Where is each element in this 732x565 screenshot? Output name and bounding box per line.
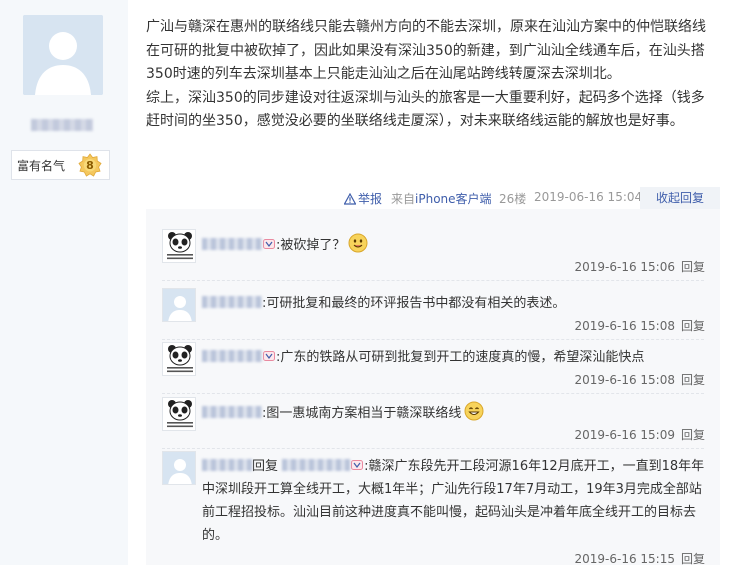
reply-avatar[interactable] (162, 229, 196, 263)
reply-content: :被砍掉了？ (202, 233, 712, 261)
floor-number: 26楼 (499, 192, 527, 206)
report-label: 举报 (358, 192, 383, 206)
warning-icon (344, 192, 356, 205)
source-device-link[interactable]: iPhone客户端 (415, 192, 492, 206)
reply-timestamp: 2019-6-16 15:15 (574, 552, 675, 565)
reply-item: 回复 :赣深广东段先开工段河源16年12月底开工，一直到18年年中深圳段开工算全… (146, 431, 720, 565)
reply-username-blurred[interactable] (202, 459, 252, 471)
author-sidebar: 富有名气 8 (0, 0, 128, 565)
member-tag-icon (263, 346, 275, 369)
reply-item: :广东的铁路从可研到批复到开工的速度真的慢，希望深汕能快点 2019-6-16 … (146, 322, 720, 394)
default-avatar-icon (163, 452, 195, 484)
post-timestamp: 2019-06-16 15:04 (534, 190, 643, 204)
default-avatar-icon (163, 289, 195, 321)
reply-username-blurred[interactable] (202, 350, 262, 362)
panda-avatar-icon (163, 398, 195, 430)
reply-username-blurred[interactable] (202, 406, 262, 418)
reply-list: :被砍掉了？ 2019-6-16 15:06 回复 :可研批复和最终的环评报告书中… (146, 209, 720, 565)
author-username-blurred[interactable] (31, 119, 93, 131)
author-avatar[interactable] (23, 15, 103, 95)
reply-item: :图一惠城南方案相当于赣深联络线 2019-6-16 15:09 回复 (146, 377, 720, 449)
report-link[interactable]: 举报 (344, 190, 382, 207)
reply-content: :图一惠城南方案相当于赣深联络线 (202, 401, 712, 429)
reply-text: 赣深广东段先开工段河源16年12月底开工，一直到18年年中深圳段开工算全线开工，… (202, 459, 705, 543)
collapse-replies-button[interactable]: 收起回复 (640, 187, 720, 209)
post-paragraph-2: 综上，深汕350的同步建设对往返深圳与汕头的旅客是一大重要利好，起码多个选择（钱… (146, 89, 705, 130)
reply-content: 回复 :赣深广东段先开工段河源16年12月底开工，一直到18年年中深圳段开工算全… (202, 455, 712, 547)
post-content: 广汕与赣深在惠州的联络线只能去赣州方向的不能去深圳，原来在汕汕方案中的仲恺联络线… (146, 16, 718, 134)
level-badge-icon: 8 (78, 153, 102, 181)
source-prefix: 来自 (391, 192, 416, 206)
reply-target-username-blurred[interactable] (282, 459, 351, 471)
member-tag-icon (351, 455, 364, 478)
member-tag-icon (263, 234, 275, 257)
reply-footer: 2019-6-16 15:15 回复 (574, 550, 705, 565)
reply-text: 被砍掉了？ (280, 238, 346, 253)
reply-content: :可研批复和最终的环评报告书中都没有相关的表述。 (202, 292, 712, 315)
grin-emoji-icon (464, 401, 484, 429)
smile-emoji-icon (348, 233, 368, 261)
reply-content: :广东的铁路从可研到批复到开工的速度真的慢，希望深汕能快点 (202, 346, 712, 369)
badge-level: 8 (86, 159, 94, 172)
reply-button[interactable]: 回复 (681, 552, 705, 565)
reply-avatar[interactable] (162, 288, 196, 322)
reply-avatar[interactable] (162, 397, 196, 431)
reply-text: 广东的铁路从可研到批复到开工的速度真的慢，希望深汕能快点 (280, 350, 645, 365)
reply-username-blurred[interactable] (202, 296, 262, 308)
reply-avatar[interactable] (162, 342, 196, 376)
panda-avatar-icon (163, 230, 195, 262)
post-source: 来自iPhone客户端 (391, 190, 492, 207)
reply-text: 图一惠城南方案相当于赣深联络线 (266, 406, 462, 421)
post-paragraph-1: 广汕与赣深在惠州的联络线只能去赣州方向的不能去深圳，原来在汕汕方案中的仲恺联络线… (146, 19, 706, 82)
reply-text: 可研批复和最终的环评报告书中都没有相关的表述。 (266, 296, 566, 311)
panda-avatar-icon (163, 343, 195, 375)
reply-username-blurred[interactable] (202, 238, 262, 250)
post-meta-bar: 举报 来自iPhone客户端 26楼 2019-06-16 15:04 收起回复 (146, 187, 720, 209)
reply-item: :可研批复和最终的环评报告书中都没有相关的表述。 2019-6-16 15:08… (146, 268, 720, 340)
reply-to-word: 回复 (252, 459, 279, 474)
default-avatar-icon (23, 15, 103, 95)
author-badge[interactable]: 富有名气 8 (11, 150, 110, 180)
badge-label: 富有名气 (17, 158, 66, 173)
reply-avatar[interactable] (162, 451, 196, 485)
